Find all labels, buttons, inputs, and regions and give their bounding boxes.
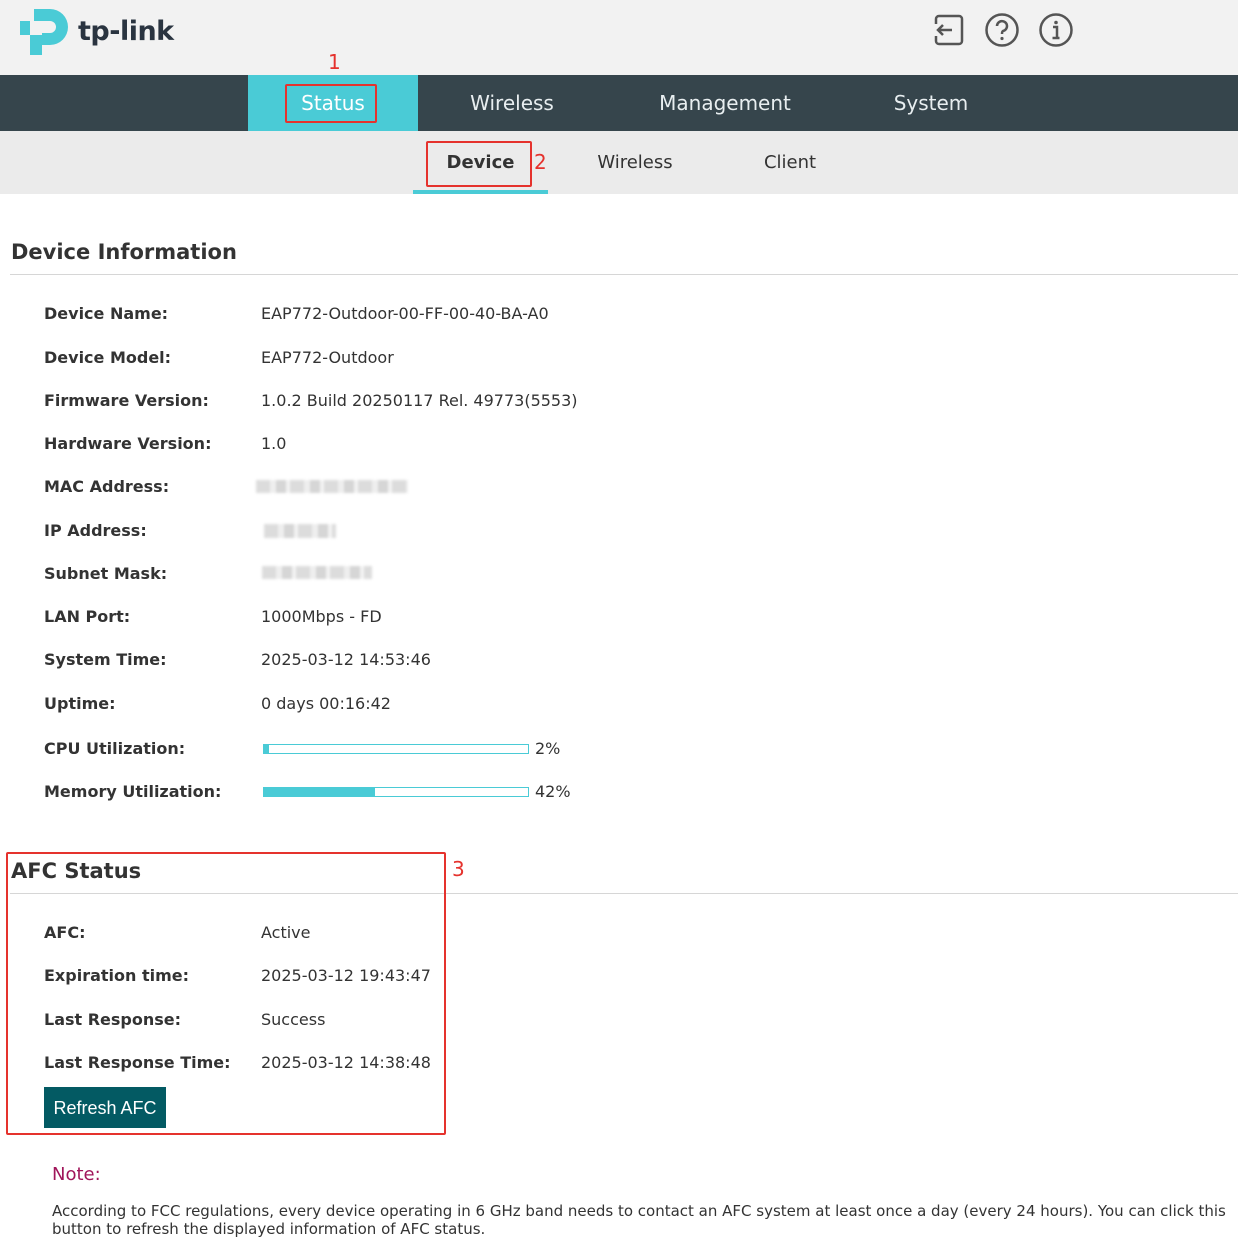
- subnet-mask-redacted: [262, 566, 372, 579]
- tp-link-logo-icon: [20, 9, 68, 55]
- mac-address-redacted: [256, 480, 408, 493]
- annotation-number-3: 3: [452, 857, 465, 881]
- help-icon[interactable]: [984, 12, 1020, 48]
- divider: [10, 274, 1238, 275]
- sub-tab-client[interactable]: Client: [735, 131, 845, 194]
- brand-name: tp-link: [78, 15, 174, 47]
- cpu-utilization-fill: [264, 745, 270, 753]
- header: tp-link: [0, 0, 1238, 75]
- hardware-version-value: 1.0: [261, 434, 287, 453]
- nav-tab-wireless[interactable]: Wireless: [442, 75, 582, 131]
- device-name-value: EAP772-Outdoor-00-FF-00-40-BA-A0: [261, 304, 549, 323]
- system-time-label: System Time:: [44, 650, 167, 669]
- logout-icon[interactable]: [930, 12, 966, 48]
- memory-utilization-label: Memory Utilization:: [44, 782, 222, 801]
- system-time-value: 2025-03-12 14:53:46: [261, 650, 431, 669]
- annotation-number-2: 2: [534, 150, 547, 174]
- cpu-utilization-value: 2%: [535, 739, 561, 758]
- lan-port-label: LAN Port:: [44, 607, 131, 626]
- uptime-label: Uptime:: [44, 694, 116, 713]
- subnet-mask-label: Subnet Mask:: [44, 564, 168, 583]
- sub-nav: Device Wireless Client: [0, 131, 1238, 194]
- device-model-label: Device Model:: [44, 348, 172, 367]
- firmware-version-label: Firmware Version:: [44, 391, 209, 410]
- device-model-value: EAP772-Outdoor: [261, 348, 394, 367]
- mac-address-label: MAC Address:: [44, 477, 170, 496]
- main-nav: Status Wireless Management System: [0, 75, 1238, 131]
- ip-address-label: IP Address:: [44, 521, 147, 540]
- info-icon[interactable]: [1038, 12, 1074, 48]
- annotation-box-status-tab: [285, 84, 377, 123]
- device-name-label: Device Name:: [44, 304, 169, 323]
- nav-tab-management[interactable]: Management: [640, 75, 810, 131]
- annotation-number-1: 1: [328, 50, 341, 74]
- nav-tab-system[interactable]: System: [870, 75, 992, 131]
- annotation-box-device-tab: [426, 141, 532, 187]
- uptime-value: 0 days 00:16:42: [261, 694, 391, 713]
- memory-utilization-bar: [263, 787, 529, 797]
- tp-link-logo[interactable]: tp-link: [20, 5, 180, 57]
- cpu-utilization-bar: [263, 744, 529, 754]
- memory-utilization-fill: [264, 788, 375, 796]
- cpu-utilization-label: CPU Utilization:: [44, 739, 186, 758]
- annotation-box-afc-section: [6, 852, 446, 1135]
- active-tab-indicator: [413, 190, 548, 194]
- device-info-title: Device Information: [11, 240, 237, 264]
- note-title: Note:: [52, 1164, 101, 1185]
- lan-port-value: 1000Mbps - FD: [261, 607, 382, 626]
- hardware-version-label: Hardware Version:: [44, 434, 212, 453]
- sub-tab-wireless[interactable]: Wireless: [575, 131, 695, 194]
- ip-address-redacted: [264, 524, 336, 538]
- firmware-version-value: 1.0.2 Build 20250117 Rel. 49773(5553): [261, 391, 578, 410]
- memory-utilization-value: 42%: [535, 782, 571, 801]
- note-text: According to FCC regulations, every devi…: [52, 1202, 1226, 1238]
